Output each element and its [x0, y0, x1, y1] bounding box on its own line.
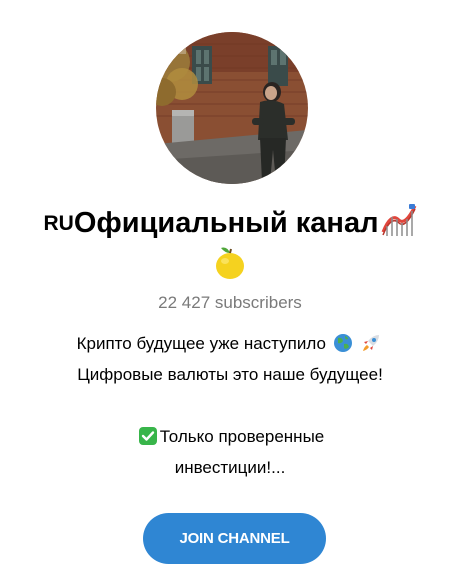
description-line-1-text: Крипто будущее уже наступило — [76, 334, 326, 353]
description-line-4: инвестиции!... — [174, 458, 286, 477]
check-mark-button-icon — [138, 425, 158, 445]
title-prefix: RU — [43, 212, 74, 235]
description-blank-line — [0, 390, 460, 421]
rocket-icon — [361, 332, 381, 352]
description-line-2: Цифровые валюты это наше будущее! — [77, 365, 383, 384]
globe-icon — [333, 332, 353, 352]
channel-title: RUОфициальный канал — [0, 202, 460, 242]
join-channel-button[interactable]: JOIN CHANNEL — [143, 513, 326, 564]
channel-title-text: Официальный канал — [73, 207, 379, 239]
description-line-3-text: Только проверенные — [159, 427, 325, 446]
description-line-3: Только проверенные — [0, 421, 460, 452]
avatar-photo-image — [156, 32, 308, 184]
lemon-icon — [213, 244, 247, 282]
channel-description: Крипто будущее уже наступило Цифровые ва… — [0, 328, 460, 483]
roller-coaster-icon — [381, 202, 417, 236]
description-line-1: Крипто будущее уже наступило — [0, 328, 460, 359]
subscriber-count: 22 427 subscribers — [158, 293, 302, 312]
channel-preview-card: RUОфициальный канал 22 427 subscribers К… — [0, 0, 460, 574]
title-second-line — [0, 244, 460, 287]
channel-avatar — [156, 32, 308, 184]
